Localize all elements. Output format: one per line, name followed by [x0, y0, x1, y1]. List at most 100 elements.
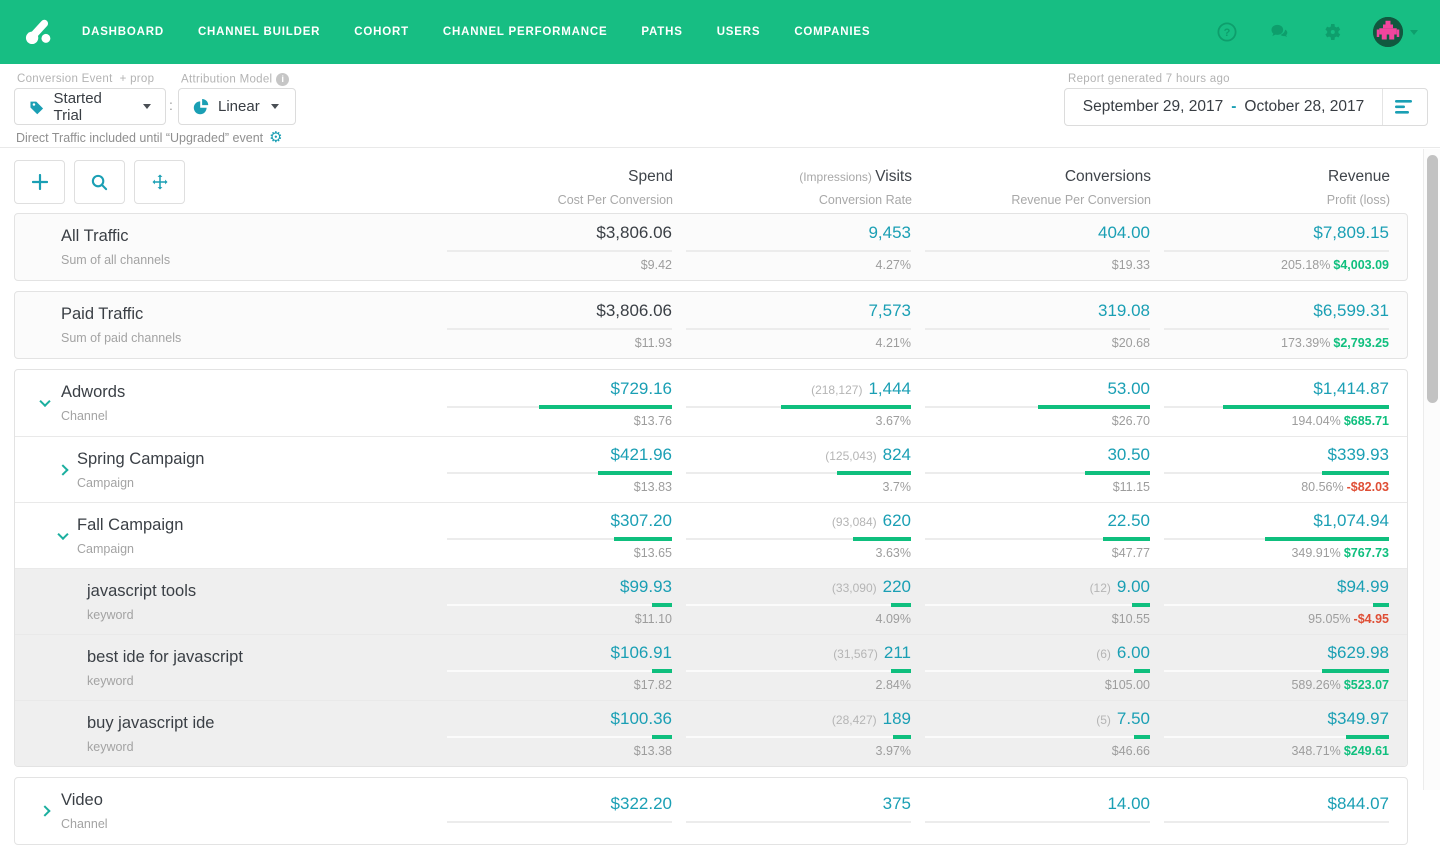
settings-gear-icon[interactable]: ⚙ — [269, 130, 282, 145]
row-name-cell[interactable]: buy javascript idekeyword — [15, 701, 433, 766]
metric-value[interactable]: $6,599.31 — [1164, 301, 1389, 321]
help-icon[interactable]: ? — [1217, 22, 1237, 42]
add-channel-button[interactable] — [14, 160, 65, 204]
table-row[interactable]: AdwordsChannel$729.16$13.76(218,127)1,44… — [15, 370, 1407, 436]
row-name-cell[interactable]: javascript toolskeyword — [15, 569, 433, 634]
metric-sub: $46.66 — [925, 744, 1150, 758]
metric-value[interactable]: (5)7.50 — [925, 709, 1150, 729]
metric-value[interactable]: $729.16 — [447, 379, 672, 399]
add-prop-link[interactable]: + prop — [120, 73, 155, 85]
metric-value[interactable]: $844.07 — [1164, 794, 1389, 814]
metric-sub: $11.93 — [447, 336, 672, 350]
metric-value[interactable]: 53.00 — [925, 379, 1150, 399]
metric-value[interactable]: $7,809.15 — [1164, 223, 1389, 243]
metric-value[interactable]: (125,043)824 — [686, 445, 911, 465]
table-row[interactable]: Fall CampaignCampaign$307.20$13.65(93,08… — [15, 502, 1407, 568]
metric-value[interactable]: $349.97 — [1164, 709, 1389, 729]
metric-value[interactable]: (33,090)220 — [686, 577, 911, 597]
user-menu[interactable] — [1373, 17, 1418, 47]
date-options-button[interactable] — [1383, 99, 1427, 115]
metric-value[interactable]: $1,414.87 — [1164, 379, 1389, 399]
chat-icon[interactable] — [1269, 22, 1289, 42]
row-name-cell[interactable]: Spring CampaignCampaign — [15, 437, 433, 502]
table-row[interactable]: buy javascript idekeyword$100.36$13.38(2… — [15, 700, 1407, 766]
metric-value[interactable]: (31,567)211 — [686, 643, 911, 663]
metric-value[interactable]: $421.96 — [447, 445, 672, 465]
channel-performance-table: SpendCost Per Conversion(Impressions) Vi… — [14, 148, 1408, 855]
date-range-picker[interactable]: September 29, 2017-October 28, 2017 — [1064, 88, 1428, 126]
metric-value[interactable]: (218,127)1,444 — [686, 379, 911, 399]
scrollbar-thumb[interactable] — [1427, 155, 1438, 403]
table-row[interactable]: Paid TrafficSum of paid channels$3,806.0… — [15, 292, 1407, 358]
metric-value[interactable]: 7,573 — [686, 301, 911, 321]
chevron-right-icon[interactable] — [57, 464, 68, 475]
nav-item-cohort[interactable]: COHORT — [354, 26, 409, 38]
metric-value[interactable]: $629.98 — [1164, 643, 1389, 663]
attribution-model-value: Linear — [218, 98, 260, 115]
metric-value[interactable]: $322.20 — [447, 794, 672, 814]
nav-item-channel-builder[interactable]: CHANNEL BUILDER — [198, 26, 320, 38]
table-row[interactable]: All TrafficSum of all channels$3,806.06$… — [15, 214, 1407, 280]
metric-cell: 14.00 — [911, 778, 1150, 844]
metric-value[interactable]: (93,084)620 — [686, 511, 911, 531]
metric-value[interactable]: 9,453 — [686, 223, 911, 243]
chevron-down-icon — [271, 104, 279, 109]
row-name-cell[interactable]: AdwordsChannel — [15, 370, 433, 436]
metric-value[interactable]: $339.93 — [1164, 445, 1389, 465]
metric-bar — [447, 603, 672, 607]
metric-bar — [447, 669, 672, 673]
metric-value[interactable]: 22.50 — [925, 511, 1150, 531]
nav-item-users[interactable]: USERS — [717, 26, 761, 38]
table-card: VideoChannel $322.20 375 14.00 $844.07 — [14, 777, 1408, 845]
chevron-right-icon[interactable] — [39, 805, 50, 816]
reorder-button[interactable] — [134, 160, 185, 204]
row-name-cell[interactable]: Paid TrafficSum of paid channels — [15, 292, 433, 358]
chevron-down-icon[interactable] — [57, 528, 68, 539]
metric-value[interactable]: $106.91 — [447, 643, 672, 663]
table-row[interactable]: best ide for javascriptkeyword$106.91$17… — [15, 634, 1407, 700]
metric-value[interactable]: $94.99 — [1164, 577, 1389, 597]
column-header-conversions: ConversionsRevenue Per Conversion — [912, 160, 1151, 207]
row-name-cell[interactable]: All TrafficSum of all channels — [15, 214, 433, 280]
metric-value[interactable]: (28,427)189 — [686, 709, 911, 729]
attribution-logo-icon[interactable] — [22, 15, 56, 49]
metric-bar — [447, 249, 672, 253]
table-row[interactable]: javascript toolskeyword$99.93$11.10(33,0… — [15, 568, 1407, 634]
metric-value[interactable]: 30.50 — [925, 445, 1150, 465]
avatar[interactable] — [1373, 17, 1403, 47]
search-button[interactable] — [74, 160, 125, 204]
chevron-down-icon[interactable] — [39, 396, 50, 407]
nav-item-dashboard[interactable]: DASHBOARD — [82, 26, 164, 38]
table-row[interactable]: VideoChannel $322.20 375 14.00 $844.07 — [15, 778, 1407, 844]
nav-item-companies[interactable]: COMPANIES — [794, 26, 870, 38]
attribution-model-dropdown[interactable]: Linear — [178, 88, 296, 125]
row-type-label: keyword — [87, 740, 433, 754]
metric-sub: 173.39%$2,793.25 — [1164, 336, 1389, 350]
metric-bar — [447, 327, 672, 331]
metric-value[interactable]: $99.93 — [447, 577, 672, 597]
metric-value[interactable]: 319.08 — [925, 301, 1150, 321]
row-name-cell[interactable]: Fall CampaignCampaign — [15, 503, 433, 568]
nav-item-paths[interactable]: PATHS — [641, 26, 682, 38]
metric-bar — [925, 820, 1150, 824]
conversion-event-dropdown[interactable]: Started Trial — [14, 88, 166, 125]
info-icon[interactable]: i — [276, 73, 289, 86]
metric-value[interactable]: (12)9.00 — [925, 577, 1150, 597]
metric-value[interactable]: $307.20 — [447, 511, 672, 531]
metric-value[interactable]: $100.36 — [447, 709, 672, 729]
column-header-spend: SpendCost Per Conversion — [434, 160, 673, 207]
row-name-cell[interactable]: VideoChannel — [15, 778, 433, 844]
metric-value[interactable]: 14.00 — [925, 794, 1150, 814]
row-name-cell[interactable]: best ide for javascriptkeyword — [15, 635, 433, 700]
metric-cell: $844.07 — [1150, 778, 1389, 844]
metric-value[interactable]: (6)6.00 — [925, 643, 1150, 663]
table-row[interactable]: Spring CampaignCampaign$421.96$13.83(125… — [15, 436, 1407, 502]
nav-item-channel-performance[interactable]: CHANNEL PERFORMANCE — [443, 26, 608, 38]
row-title: Paid Traffic — [61, 305, 433, 324]
gear-icon[interactable] — [1321, 22, 1341, 42]
scrollbar-track[interactable] — [1423, 149, 1440, 790]
metric-value[interactable]: 404.00 — [925, 223, 1150, 243]
column-header-main: Revenue — [1165, 168, 1390, 186]
metric-value[interactable]: $1,074.94 — [1164, 511, 1389, 531]
metric-value[interactable]: 375 — [686, 794, 911, 814]
